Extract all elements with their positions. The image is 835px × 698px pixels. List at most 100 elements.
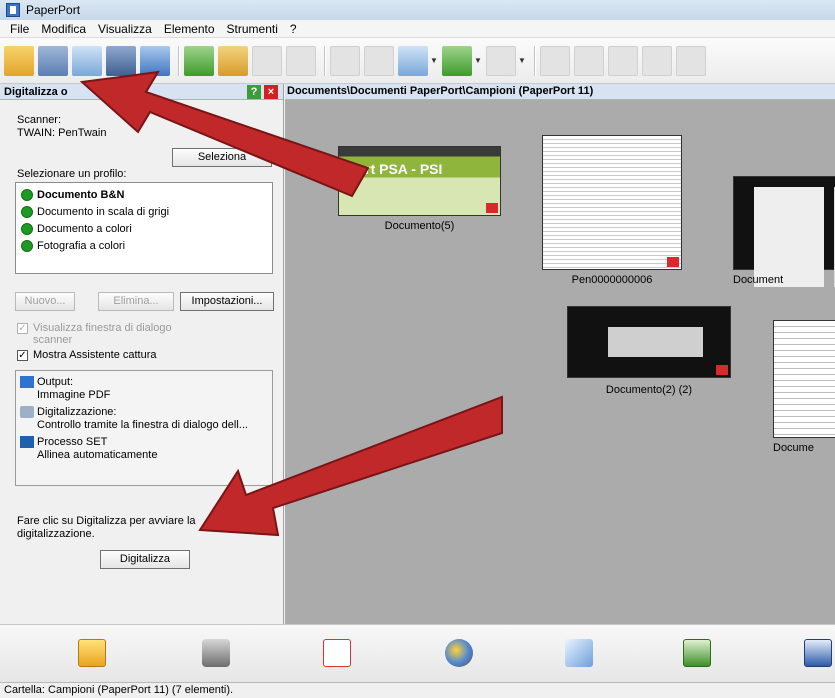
title-bar: PaperPort [0, 0, 835, 20]
profile-list: Documento B&N Documento in scala di grig… [15, 182, 273, 274]
menu-visualizza[interactable]: Visualizza [92, 22, 158, 36]
profile-label-text: Documento in scala di grigi [37, 205, 170, 218]
document-thumbnail[interactable] [733, 176, 835, 287]
save-icon[interactable] [540, 45, 570, 76]
desktop-icon[interactable] [72, 45, 102, 76]
scan-steps-list: Output: Immagine PDF Digitalizzazione: C… [15, 370, 273, 486]
open-folder-icon[interactable] [4, 45, 34, 76]
document-name[interactable]: Pen0000000006 [542, 274, 682, 286]
paperport-logo-icon [6, 3, 20, 17]
pdf-icon[interactable] [323, 639, 351, 667]
help-icon[interactable]: ? [247, 85, 261, 99]
chevron-down-icon[interactable]: ▼ [474, 56, 482, 65]
checkbox-label: Visualizza finestra di dialogo scanner [33, 322, 172, 346]
info-icon[interactable] [140, 45, 170, 76]
scan-icon[interactable] [38, 45, 68, 76]
document-name[interactable]: Documento(5) [338, 220, 501, 232]
toolbar-separator [324, 45, 326, 76]
step-title: Digitalizzazione: [37, 405, 117, 418]
profile-status-icon [21, 205, 33, 218]
profile-status-icon [21, 222, 33, 235]
id-card-page [754, 187, 824, 287]
process-icon [20, 435, 34, 448]
profile-item-grayscale[interactable]: Documento in scala di grigi [21, 203, 267, 220]
pdf-badge-icon [667, 257, 679, 267]
menu-file[interactable]: File [4, 22, 35, 36]
document-thumbnail[interactable] [542, 135, 682, 270]
chevron-down-icon[interactable]: ▼ [430, 56, 438, 65]
settings-button[interactable]: Impostazioni... [180, 292, 274, 311]
document-name[interactable]: Docume [773, 442, 835, 454]
document-thumbnail[interactable]: ebert PSA - PSI [338, 146, 501, 216]
scan-panel: Digitalizza o ? × Scanner: TWAIN: PenTwa… [0, 84, 284, 624]
rotate-icon[interactable] [676, 45, 706, 76]
scanner-label: Scanner: [17, 114, 62, 126]
menu-modifica[interactable]: Modifica [35, 22, 92, 36]
history-icon[interactable] [486, 45, 516, 76]
filter-icon[interactable] [442, 45, 472, 76]
toolbar-separator [534, 45, 536, 76]
profile-status-icon [21, 188, 33, 201]
checkbox-label: Mostra Assistente cattura [33, 349, 157, 361]
copy-icon[interactable] [106, 45, 136, 76]
toolbar-separator [178, 45, 180, 76]
send-to-bar [0, 624, 835, 682]
profile-label-text: Documento a colori [37, 222, 132, 235]
unstack-icon[interactable] [608, 45, 638, 76]
edit-icon[interactable] [286, 45, 316, 76]
step-output[interactable]: Output: [20, 374, 268, 389]
profile-item-color-photo[interactable]: Fotografia a colori [21, 237, 267, 254]
new-profile-button[interactable]: Nuovo... [15, 292, 75, 311]
step-detail: Immagine PDF [37, 389, 111, 401]
window-title: PaperPort [26, 3, 81, 17]
notepad-icon[interactable] [565, 639, 593, 667]
folder-properties-icon[interactable] [218, 45, 248, 76]
menu-elemento[interactable]: Elemento [158, 22, 221, 36]
checkbox-check-icon: ✓ [17, 323, 28, 334]
close-icon[interactable]: × [264, 85, 278, 99]
document-name[interactable]: Documento(2) (2) [567, 384, 731, 396]
profile-item-bn[interactable]: Documento B&N [21, 186, 267, 203]
printer-icon[interactable] [202, 639, 230, 667]
stack-icon[interactable] [574, 45, 604, 76]
toolbar: ▼ ▼ ▼ [0, 38, 835, 84]
select-scanner-button[interactable]: Seleziona [172, 148, 272, 167]
profile-label-text: Fotografia a colori [37, 239, 126, 252]
scan-button[interactable]: Digitalizza [100, 550, 190, 569]
step-detail: Allinea automaticamente [37, 449, 158, 461]
step-scanning[interactable]: Digitalizzazione: [20, 404, 268, 419]
pdf-badge-icon [716, 365, 728, 375]
delete-profile-button[interactable]: Elimina... [98, 292, 174, 311]
thumbnails-icon[interactable] [364, 45, 394, 76]
thumbnail-preview-text: ebert PSA - PSI [341, 161, 443, 177]
step-title: Processo SET [37, 435, 108, 448]
folder-path: Documents\Documenti PaperPort\Campioni (… [285, 84, 835, 100]
delete-icon[interactable] [642, 45, 672, 76]
document-thumbnail[interactable] [773, 320, 835, 438]
pdf-badge-icon [486, 203, 498, 213]
document-area[interactable]: ebert PSA - PSI Documento(5) Pen00000000… [285, 100, 835, 624]
output-arrow-icon [20, 375, 34, 388]
paint-icon[interactable] [445, 639, 473, 667]
word-icon[interactable] [804, 639, 832, 667]
menu-help[interactable]: ? [284, 22, 303, 36]
menu-strumenti[interactable]: Strumenti [221, 22, 284, 36]
show-scanner-dialog-checkbox[interactable]: ✓ Visualizza finestra di dialogo scanner [17, 322, 193, 346]
profile-label: Selezionare un profilo: [17, 168, 127, 180]
barcode-strip [608, 327, 703, 357]
document-thumbnail[interactable] [567, 306, 731, 378]
chevron-down-icon[interactable]: ▼ [518, 56, 526, 65]
new-folder-icon[interactable] [184, 45, 214, 76]
profile-item-color-document[interactable]: Documento a colori [21, 220, 267, 237]
step-title: Output: [37, 375, 74, 388]
show-capture-assistant-checkbox[interactable]: ✓ Mostra Assistente cattura [17, 349, 157, 361]
slideshow-icon[interactable] [78, 639, 106, 667]
checkbox-check-icon: ✓ [17, 350, 28, 361]
step-process[interactable]: Processo SET [20, 434, 268, 449]
status-bar: Cartella: Campioni (PaperPort 11) (7 ele… [0, 682, 835, 698]
view-icon[interactable] [330, 45, 360, 76]
excel-icon[interactable] [683, 639, 711, 667]
sort-icon[interactable] [398, 45, 428, 76]
page-icon[interactable] [252, 45, 282, 76]
document-name[interactable]: Document [733, 274, 835, 286]
